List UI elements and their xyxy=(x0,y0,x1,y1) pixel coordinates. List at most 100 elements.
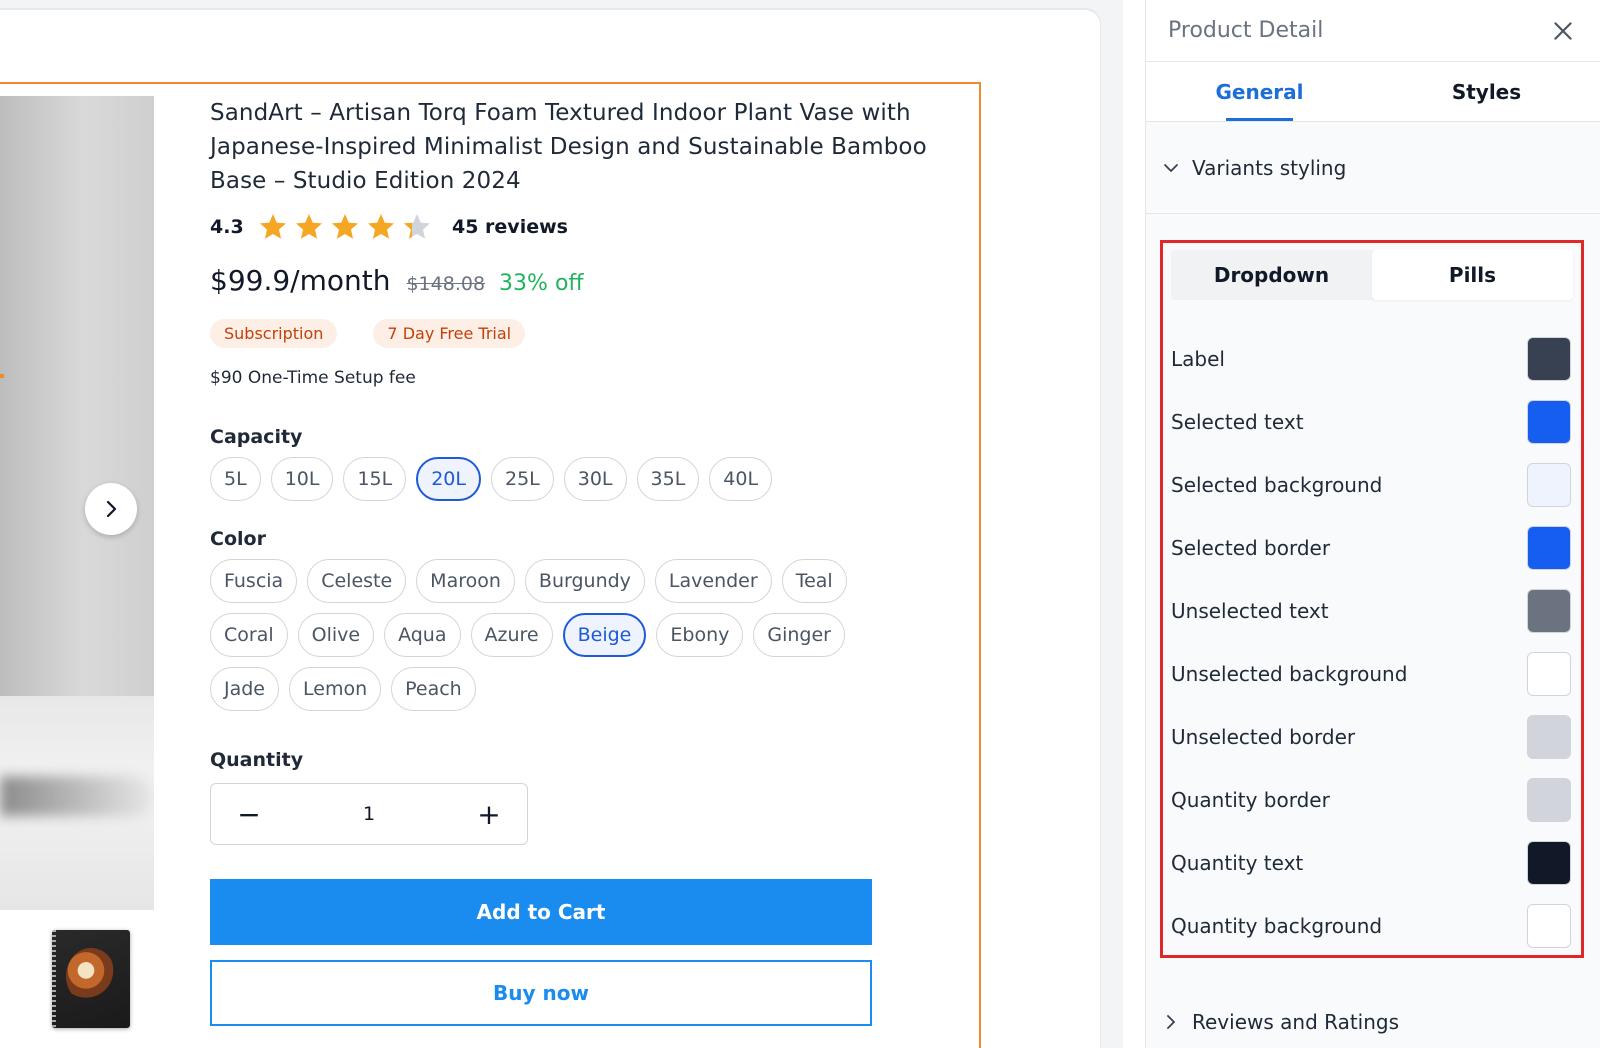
color-swatch[interactable] xyxy=(1527,903,1571,948)
tab-general[interactable]: General xyxy=(1146,62,1373,121)
color-swatch[interactable] xyxy=(1527,525,1571,570)
color-setting-row: Quantity background xyxy=(1171,894,1571,957)
product-title: SandArt – Artisan Torq Foam Textured Ind… xyxy=(210,100,927,194)
segment-pills[interactable]: Pills xyxy=(1372,250,1573,300)
color-option-jade[interactable]: Jade xyxy=(210,667,279,711)
variants-styling-title: Variants styling xyxy=(1192,155,1347,180)
close-icon[interactable] xyxy=(1550,18,1576,44)
capacity-option-30l[interactable]: 30L xyxy=(563,457,627,501)
color-option-beige[interactable]: Beige xyxy=(562,613,647,657)
reviews-ratings-section[interactable]: Reviews and Ratings xyxy=(1146,996,1600,1048)
star-icon xyxy=(296,214,322,239)
variants-styling-section[interactable]: Variants styling xyxy=(1146,122,1600,214)
color-option-azure[interactable]: Azure xyxy=(470,613,553,657)
rating-value: 4.3 xyxy=(210,216,244,238)
color-setting-row: Selected background xyxy=(1171,453,1571,516)
color-swatch[interactable] xyxy=(1527,714,1571,759)
panel-title: Product Detail xyxy=(1168,18,1324,43)
buy-now-button[interactable]: Buy now xyxy=(210,960,872,1026)
color-swatch[interactable] xyxy=(1527,588,1571,633)
star-icon xyxy=(368,214,394,239)
increase-quantity-button[interactable]: + xyxy=(475,798,503,831)
color-setting-label: Unselected background xyxy=(1171,661,1408,686)
color-swatch[interactable] xyxy=(1527,462,1571,507)
color-option-lavender[interactable]: Lavender xyxy=(654,559,772,603)
decrease-quantity-button[interactable]: − xyxy=(235,798,263,831)
capacity-option-40l[interactable]: 40L xyxy=(709,457,773,501)
color-swatch[interactable] xyxy=(1527,399,1571,444)
setup-fee: $90 One-Time Setup fee xyxy=(210,368,416,388)
color-option-ebony[interactable]: Ebony xyxy=(656,613,744,657)
builder-canvas: SandArt – Artisan Torq Foam Textured Ind… xyxy=(0,0,1123,1048)
discount-label: 33% off xyxy=(499,271,584,296)
color-options: Fuscia Celeste Maroon Burgundy Lavender Teal C… xyxy=(210,559,870,711)
color-swatch[interactable] xyxy=(1527,336,1571,381)
color-setting-label: Quantity text xyxy=(1171,850,1304,875)
capacity-option-5l[interactable]: 5L xyxy=(210,457,261,501)
badges: Subscription 7 Day Free Trial xyxy=(210,319,940,348)
reviews-count[interactable]: 45 reviews xyxy=(452,216,568,238)
color-setting-label: Selected background xyxy=(1171,472,1383,497)
chevron-down-icon xyxy=(1164,163,1178,172)
color-option-burgundy[interactable]: Burgundy xyxy=(524,559,645,603)
image-shadow xyxy=(0,776,154,816)
frame-handle[interactable] xyxy=(0,374,4,378)
style-type-toggle: Dropdown Pills xyxy=(1171,250,1573,300)
color-option-olive[interactable]: Olive xyxy=(297,613,375,657)
segment-dropdown[interactable]: Dropdown xyxy=(1171,250,1372,300)
color-swatch[interactable] xyxy=(1527,840,1571,885)
capacity-option-20l[interactable]: 20L xyxy=(416,457,481,501)
variants-style-settings: Dropdown Pills Label Selected text Selecte… xyxy=(1160,240,1584,958)
chevron-right-icon xyxy=(1167,1015,1175,1029)
reviews-ratings-title: Reviews and Ratings xyxy=(1192,1010,1400,1034)
capacity-option-10l[interactable]: 10L xyxy=(270,457,334,501)
color-option-aqua[interactable]: Aqua xyxy=(384,613,461,657)
color-label: Color xyxy=(210,528,266,550)
color-setting-label: Selected text xyxy=(1171,409,1304,434)
color-swatch[interactable] xyxy=(1527,651,1571,696)
color-setting-row: Unselected border xyxy=(1171,705,1571,768)
quantity-value[interactable]: 1 xyxy=(363,803,375,825)
next-image-button[interactable] xyxy=(85,483,137,535)
color-setting-row: Selected text xyxy=(1171,390,1571,453)
color-setting-label: Label xyxy=(1171,346,1225,371)
color-option-maroon[interactable]: Maroon xyxy=(416,559,515,603)
panel-tabs: General Styles xyxy=(1146,62,1600,122)
capacity-label: Capacity xyxy=(210,426,303,448)
color-setting-label: Unselected text xyxy=(1171,598,1329,623)
color-setting-label: Unselected border xyxy=(1171,724,1356,749)
tab-styles[interactable]: Styles xyxy=(1373,62,1600,121)
star-icon xyxy=(260,214,286,239)
color-setting-row: Quantity border xyxy=(1171,768,1571,831)
rating-row: 4.3 45 reviews xyxy=(210,212,940,242)
trial-badge: 7 Day Free Trial xyxy=(373,319,526,348)
subscription-badge: Subscription xyxy=(210,319,338,348)
quantity-label: Quantity xyxy=(210,749,304,771)
color-option-celeste[interactable]: Celeste xyxy=(307,559,407,603)
color-option-coral[interactable]: Coral xyxy=(210,613,288,657)
original-price: $148.08 xyxy=(406,273,486,295)
add-to-cart-button[interactable]: Add to Cart xyxy=(210,879,872,945)
price-row: $99.9/month $148.08 33% off xyxy=(210,264,940,297)
star-icon xyxy=(404,214,430,239)
product-detail-panel: Product Detail General Styles Variants s… xyxy=(1145,0,1600,1048)
current-price: $99.9/month xyxy=(210,264,391,297)
color-option-peach[interactable]: Peach xyxy=(391,667,476,711)
color-option-fuscia[interactable]: Fuscia xyxy=(210,559,298,603)
color-setting-row: Quantity text xyxy=(1171,831,1571,894)
color-settings-list: Label Selected text Selected background Sel… xyxy=(1171,327,1571,957)
chevron-right-icon xyxy=(106,500,117,518)
capacity-option-35l[interactable]: 35L xyxy=(636,457,700,501)
panel-header: Product Detail xyxy=(1146,0,1600,62)
color-option-lemon[interactable]: Lemon xyxy=(289,667,382,711)
color-option-teal[interactable]: Teal xyxy=(781,559,847,603)
color-setting-label: Quantity border xyxy=(1171,787,1330,812)
color-swatch[interactable] xyxy=(1527,777,1571,822)
capacity-option-15l[interactable]: 15L xyxy=(343,457,407,501)
capacity-options: 5L 10L 15L 20L 25L 30L 35L 40L xyxy=(210,457,940,501)
rating-stars xyxy=(258,212,432,242)
color-option-ginger[interactable]: Ginger xyxy=(753,613,845,657)
color-setting-row: Label xyxy=(1171,327,1571,390)
capacity-option-25l[interactable]: 25L xyxy=(490,457,554,501)
product-thumbnail[interactable] xyxy=(52,930,130,1028)
